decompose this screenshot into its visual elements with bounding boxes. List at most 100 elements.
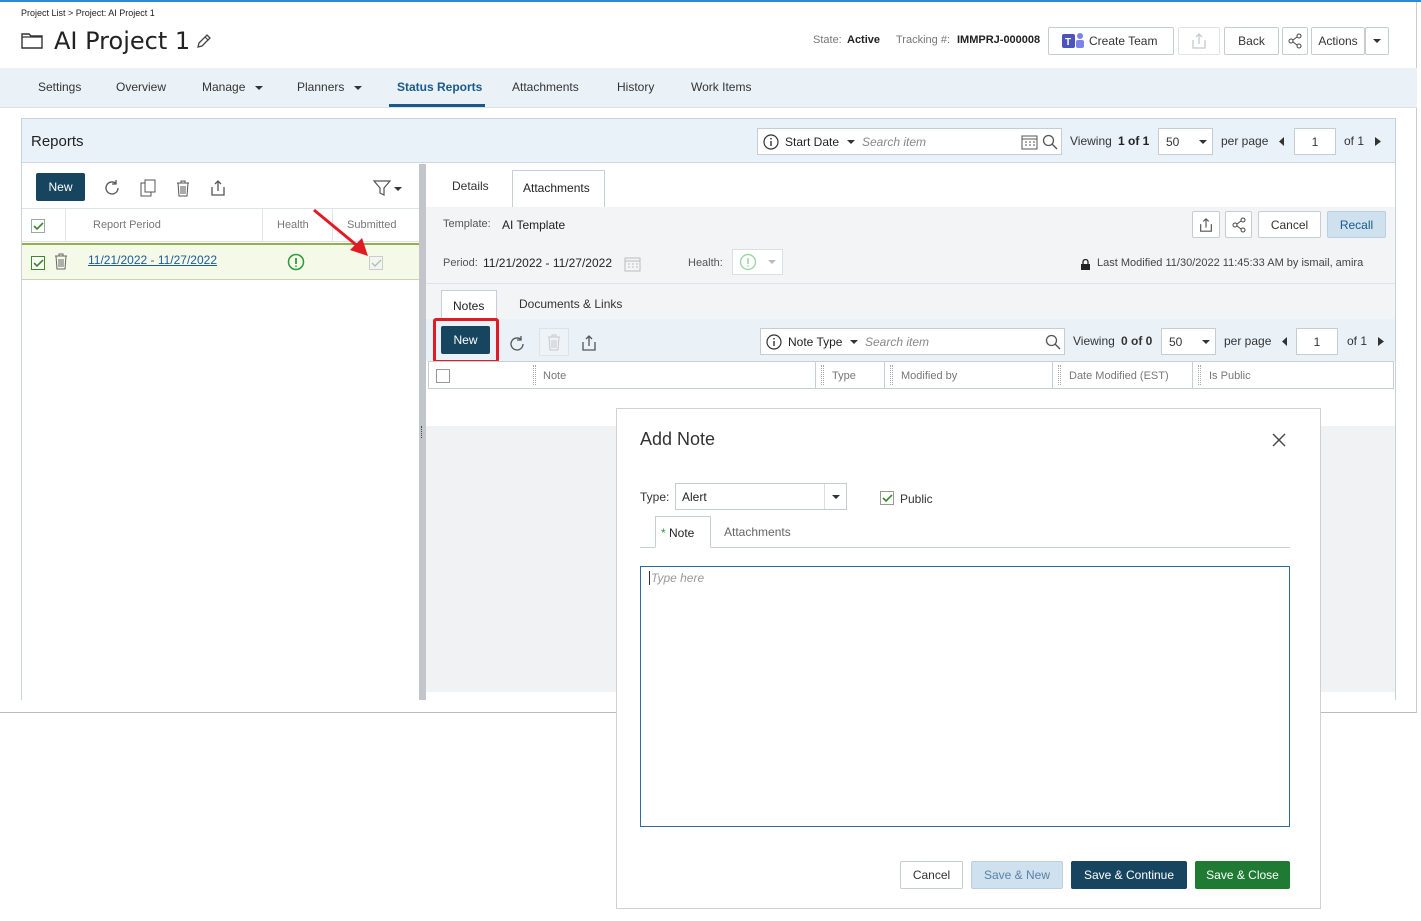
notes-page-size-select[interactable]: 50 (1161, 328, 1216, 355)
tab-attachments[interactable]: Attachments (512, 80, 579, 94)
col-date-modified[interactable]: Date Modified (EST) (1069, 370, 1169, 382)
notes-search-input[interactable]: Search item (865, 335, 929, 349)
col-grip[interactable] (1198, 365, 1201, 385)
notes-search-icon[interactable] (1045, 334, 1061, 350)
notes-export-icon[interactable] (579, 333, 599, 353)
tab-attachments-active[interactable]: Attachments (512, 170, 605, 208)
top-accent-line (0, 0, 1421, 2)
health-select (732, 249, 783, 275)
note-type-filter[interactable]: Note Type (788, 335, 842, 349)
page-number-input[interactable]: 1 (1294, 128, 1336, 155)
dialog-tab-note[interactable]: * Note (655, 516, 711, 548)
lock-icon (1081, 259, 1090, 270)
share-button[interactable] (1282, 27, 1308, 55)
reports-search-input[interactable]: Search item (862, 135, 926, 149)
viewing-label: Viewing (1070, 134, 1112, 148)
page-title: AI Project 1 (54, 27, 191, 55)
notes-per-page-label: per page (1224, 334, 1272, 348)
breadcrumb[interactable]: Project List > Project: AI Project 1 (21, 8, 155, 18)
teams-icon: T (1061, 31, 1085, 51)
detail-share-button[interactable] (1225, 211, 1252, 238)
page-size-caret-icon (1199, 140, 1207, 145)
col-type[interactable]: Type (832, 370, 856, 382)
note-type-caret-icon (832, 495, 840, 500)
dialog-tab-rule (640, 547, 1290, 548)
health-caret-icon (768, 260, 776, 265)
notes-select-all-checkbox[interactable] (436, 369, 450, 383)
create-team-button[interactable]: T Create Team (1048, 27, 1174, 55)
save-and-new-button[interactable]: Save & New (971, 861, 1063, 889)
note-type-select[interactable]: Alert (675, 483, 847, 510)
col-grip[interactable] (1058, 365, 1061, 385)
back-button[interactable]: Back (1224, 27, 1279, 55)
svg-text:T: T (1065, 37, 1071, 48)
export-icon (1190, 32, 1208, 50)
report-period-link[interactable]: 11/21/2022 - 11/27/2022 (88, 253, 217, 267)
detail-export-button[interactable] (1192, 211, 1220, 238)
info-icon (763, 134, 779, 150)
tab-overview[interactable]: Overview (116, 80, 166, 94)
template-value: AI Template (502, 218, 566, 232)
export-icon[interactable] (208, 178, 228, 198)
state-value: Active (847, 34, 881, 46)
note-textarea[interactable]: Type here (640, 566, 1290, 827)
col-note[interactable]: Note (543, 370, 566, 382)
col-health[interactable]: Health (277, 219, 309, 231)
notes-refresh-icon[interactable] (507, 334, 527, 354)
tab-notes[interactable]: Notes (441, 290, 497, 320)
detail-cancel-button[interactable]: Cancel (1258, 211, 1321, 238)
next-page-icon[interactable] (1375, 137, 1381, 146)
col-grip[interactable] (821, 365, 824, 385)
public-label: Public (900, 492, 933, 506)
row-checkbox[interactable] (31, 256, 45, 270)
prev-page-icon[interactable] (1279, 137, 1285, 146)
tab-history[interactable]: History (617, 80, 654, 94)
page-size-value: 50 (1166, 135, 1180, 149)
new-report-button[interactable]: New (36, 173, 85, 201)
calendar-icon[interactable] (1021, 134, 1038, 150)
search-icon[interactable] (1042, 134, 1058, 150)
save-and-continue-button[interactable]: Save & Continue (1071, 861, 1187, 889)
col-report-period[interactable]: Report Period (93, 219, 161, 231)
dialog-tab-attachments[interactable]: Attachments (724, 525, 791, 539)
of-pages-label: of 1 (1344, 134, 1365, 148)
close-icon[interactable] (1270, 431, 1288, 449)
row-delete-icon[interactable] (54, 253, 68, 270)
share-export-button[interactable] (1178, 27, 1220, 55)
dialog-cancel-button[interactable]: Cancel (900, 861, 963, 889)
delete-icon[interactable] (173, 178, 193, 198)
select-all-checkbox[interactable] (31, 219, 45, 233)
public-checkbox[interactable] (880, 491, 894, 505)
tab-documents-links[interactable]: Documents & Links (519, 297, 622, 311)
filter-icon[interactable] (371, 178, 403, 198)
tab-work-items[interactable]: Work Items (691, 80, 751, 94)
refresh-icon[interactable] (102, 178, 122, 198)
tab-manage[interactable]: Manage (202, 80, 245, 94)
required-mark: * (661, 526, 666, 540)
edit-pencil-icon[interactable] (194, 31, 214, 51)
copy-icon[interactable] (138, 178, 158, 198)
notes-page-input[interactable]: 1 (1296, 328, 1338, 355)
notes-delete-button[interactable] (539, 328, 569, 356)
annotation-highlight-box (433, 318, 499, 363)
actions-button[interactable]: Actions (1311, 27, 1365, 55)
start-date-filter[interactable]: Start Date (785, 135, 839, 149)
col-modified-by[interactable]: Modified by (901, 370, 957, 382)
page-size-select[interactable]: 50 (1158, 128, 1213, 155)
col-grip[interactable] (890, 365, 893, 385)
create-team-label: Create Team (1089, 34, 1158, 48)
tab-status-reports[interactable]: Status Reports (397, 80, 482, 94)
notes-next-page-icon[interactable] (1378, 337, 1384, 346)
recall-button[interactable]: Recall (1327, 211, 1386, 238)
notes-prev-page-icon[interactable] (1282, 337, 1288, 346)
save-and-close-button[interactable]: Save & Close (1195, 861, 1290, 889)
actions-dropdown-button[interactable] (1365, 27, 1389, 55)
col-grip[interactable] (533, 365, 536, 385)
col-is-public[interactable]: Is Public (1209, 370, 1251, 382)
submitted-checkbox (369, 256, 383, 270)
tab-details[interactable]: Details (452, 179, 489, 193)
tab-settings[interactable]: Settings (38, 80, 81, 94)
splitter-grip[interactable] (421, 426, 424, 438)
tab-planners[interactable]: Planners (297, 80, 344, 94)
notes-page-size-value: 50 (1169, 335, 1183, 349)
